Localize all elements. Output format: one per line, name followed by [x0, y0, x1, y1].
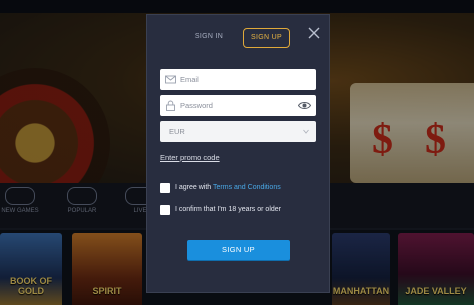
age-checkbox[interactable]: [160, 205, 170, 215]
lock-icon: [166, 100, 175, 111]
eye-icon[interactable]: [298, 100, 311, 111]
terms-checkbox[interactable]: [160, 183, 170, 193]
sign-up-button[interactable]: SIGN UP: [187, 240, 290, 260]
age-label: I confirm that I'm 18 years or older: [175, 206, 281, 213]
password-field: [160, 95, 316, 116]
envelope-icon: [165, 75, 176, 84]
email-field: [160, 69, 316, 90]
tab-sign-up[interactable]: SIGN UP: [243, 28, 290, 48]
tab-sign-in[interactable]: SIGN IN: [185, 28, 233, 46]
password-input[interactable]: [180, 95, 290, 116]
terms-label: I agree with Terms and Conditions: [175, 184, 281, 191]
signup-modal: SIGN IN SIGN UP EUR Enter promo code: [146, 14, 330, 293]
email-input[interactable]: [180, 69, 290, 90]
terms-link[interactable]: Terms and Conditions: [213, 184, 281, 191]
close-icon[interactable]: [307, 26, 321, 40]
currency-value: EUR: [169, 127, 185, 136]
currency-select[interactable]: EUR: [160, 121, 316, 142]
terms-text: I agree with: [175, 184, 214, 191]
promo-code-link[interactable]: Enter promo code: [160, 153, 220, 162]
chevron-down-icon: [303, 129, 309, 134]
